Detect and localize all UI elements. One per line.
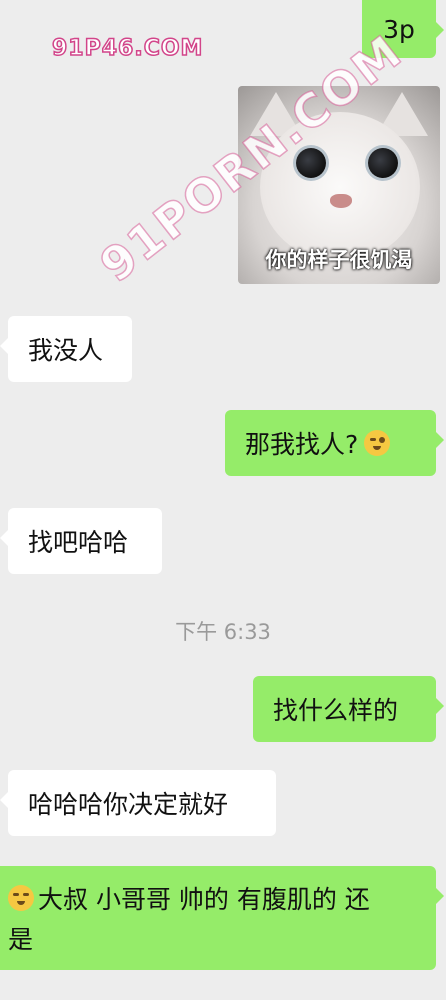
message-text: 我没人 <box>28 336 104 365</box>
message-bubble-incoming[interactable]: 哈哈哈你决定就好 <box>0 770 276 836</box>
wink-emoji-icon <box>364 430 391 456</box>
message-line: 是 <box>8 920 33 956</box>
blush-emoji-icon <box>8 885 34 911</box>
sticker-caption: 你的样子很饥渴 <box>265 248 413 272</box>
message-text-line-1: 大叔 小哥哥 帅的 有腹肌的 还 <box>38 885 370 914</box>
message-bubble-outgoing[interactable]: 大叔 小哥哥 帅的 有腹肌的 还 是 <box>0 866 444 970</box>
message-text: 哈哈哈你决定就好 <box>28 790 229 819</box>
cat-eye-right <box>368 148 398 178</box>
message-bubble-outgoing[interactable]: 找什么样的 <box>253 676 444 742</box>
message-text: 找什么样的 <box>273 696 399 725</box>
watermark-text: 91P46.COM <box>51 35 204 62</box>
message-text: 找吧哈哈 <box>28 528 129 557</box>
cat-nose <box>330 194 352 208</box>
timestamp: 下午 6:33 <box>175 620 271 644</box>
message-bubble-incoming[interactable]: 找吧哈哈 <box>0 508 162 574</box>
message-bubble-outgoing[interactable]: 那我找人? <box>225 410 444 476</box>
message-text: 那我找人? <box>245 430 359 459</box>
message-bubble-incoming[interactable]: 我没人 <box>0 316 132 382</box>
message-line: 大叔 小哥哥 帅的 有腹肌的 还 <box>8 880 370 916</box>
message-text-line-2: 是 <box>8 925 34 954</box>
chat-window: 3p 91P46.COM 你的样子很饥渴 91PORN.COM 我没人 那我找人… <box>0 0 446 1000</box>
